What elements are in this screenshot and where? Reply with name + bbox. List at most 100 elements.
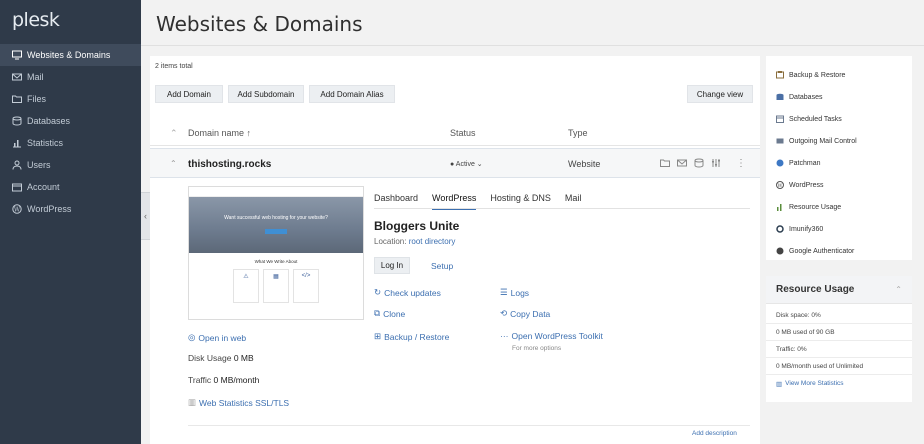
sidebar-item-label: Files [27, 94, 47, 104]
monitor-icon [11, 50, 23, 60]
open-wordpress-toolkit-link[interactable]: ··· Open WordPress Toolkit [500, 331, 603, 341]
preview-cards: ⚠ ▦ </> [189, 269, 363, 303]
add-subdomain-button[interactable]: Add Subdomain [228, 85, 304, 103]
quick-links-panel: Backup & Restore Databases Scheduled Tas… [766, 56, 912, 260]
column-domain-name[interactable]: Domain name ↑ [188, 128, 251, 138]
open-in-web-link[interactable]: ◎ Open in web [188, 332, 246, 343]
mail-icon [11, 72, 23, 82]
list-icon: ☰ [500, 287, 508, 297]
sidebar-item-statistics[interactable]: Statistics [0, 132, 141, 154]
svg-text:W: W [777, 183, 783, 189]
chevron-up-icon[interactable]: ⌃ [170, 159, 177, 168]
files-icon[interactable] [660, 158, 670, 168]
sidebar-item-account[interactable]: Account [0, 176, 141, 198]
settings-sliders-icon[interactable] [711, 158, 721, 168]
quick-link-label: Google Authenticator [789, 247, 855, 255]
mail-icon[interactable] [677, 158, 687, 168]
collapse-all-icon[interactable]: ⌃ [170, 128, 178, 139]
sidebar-item-label: Websites & Domains [27, 50, 111, 60]
sidebar-item-websites-domains[interactable]: Websites & Domains [0, 44, 141, 66]
change-view-button[interactable]: Change view [687, 85, 753, 103]
check-updates-link[interactable]: ↻ Check updates [374, 287, 441, 298]
location-link[interactable]: root directory [409, 237, 456, 246]
location-label: Location: [374, 237, 407, 246]
open-in-web-label: Open in web [198, 332, 247, 343]
preview-top-bar [189, 187, 363, 197]
divider [766, 323, 912, 324]
main-panel: 2 items total Add Domain Add Subdomain A… [150, 56, 760, 444]
sidebar-item-label: Databases [27, 116, 71, 126]
resource-usage-header[interactable]: Resource Usage ⌃ [766, 276, 912, 304]
tabs-divider [374, 208, 750, 209]
plesk-logo[interactable]: plesk [12, 9, 60, 31]
quick-link-databases[interactable]: Databases [776, 93, 822, 101]
quick-link-google-authenticator[interactable]: Google Authenticator [776, 247, 854, 255]
divider [766, 357, 912, 358]
chevron-up-icon[interactable]: ⌃ [895, 285, 902, 294]
database-icon[interactable] [694, 158, 704, 168]
preview-card-icon: ▦ [263, 269, 289, 303]
quick-link-backup-restore[interactable]: Backup & Restore [776, 71, 845, 79]
add-domain-button[interactable]: Add Domain [155, 85, 223, 103]
status-badge[interactable]: ● Active ⌄ [450, 160, 483, 168]
domain-type: Website [568, 159, 601, 169]
setup-link[interactable]: Setup [431, 261, 453, 271]
row-actions [660, 158, 721, 168]
disk-usage: Disk Usage 0 MB [188, 353, 254, 363]
copy-data-link[interactable]: ⟲ Copy Data [500, 308, 550, 319]
sidebar-item-users[interactable]: Users [0, 154, 141, 176]
quick-link-outgoing-mail-control[interactable]: Outgoing Mail Control [776, 137, 857, 145]
open-toolkit-label: Open WordPress Toolkit [511, 331, 603, 341]
domain-name[interactable]: thishosting.rocks [188, 159, 271, 170]
quick-link-label: Outgoing Mail Control [789, 137, 857, 145]
traffic-value: 0 MB/month [213, 375, 260, 385]
quick-link-resource-usage[interactable]: Resource Usage [776, 203, 841, 211]
add-description-link[interactable]: Add description [692, 430, 737, 437]
sidebar-item-files[interactable]: Files [0, 88, 141, 110]
sidebar-item-wordpress[interactable]: W WordPress [0, 198, 141, 220]
quick-link-imunify360[interactable]: Imunify360 [776, 225, 823, 233]
sidebar-item-label: Account [27, 182, 60, 192]
divider [766, 374, 912, 375]
sidebar-item-label: Users [27, 160, 51, 170]
quick-link-patchman[interactable]: Patchman [776, 159, 821, 167]
wordpress-icon: W [11, 204, 23, 214]
calendar-icon [776, 115, 784, 123]
sidebar-item-mail[interactable]: Mail [0, 66, 141, 88]
resource-usage-panel: Resource Usage ⌃ Disk space: 0% 0 MB use… [766, 276, 912, 402]
backup-restore-label: Backup / Restore [384, 331, 450, 342]
logs-link[interactable]: ☰ Logs [500, 287, 529, 298]
more-options-hint: For more options [512, 345, 562, 352]
backup-restore-link[interactable]: ⊞ Backup / Restore [374, 331, 449, 342]
column-type[interactable]: Type [568, 128, 588, 138]
log-in-button[interactable]: Log In [374, 257, 410, 274]
sidebar-item-databases[interactable]: Databases [0, 110, 141, 132]
column-status[interactable]: Status [450, 128, 476, 138]
list-header: ⌃ Domain name ↑ Status Type [150, 120, 760, 146]
add-domain-alias-button[interactable]: Add Domain Alias [309, 85, 395, 103]
account-icon [11, 182, 23, 192]
quick-link-label: Databases [789, 93, 823, 101]
quick-link-wordpress[interactable]: W WordPress [776, 181, 824, 189]
site-preview-thumbnail[interactable]: Want successful web hosting for your web… [188, 186, 364, 320]
traffic-label: Traffic [188, 375, 212, 385]
quick-link-label: WordPress [789, 181, 824, 189]
web-statistics-link[interactable]: ▥ Web Statistics SSL/TLS [188, 397, 289, 408]
sidebar-item-label: WordPress [27, 204, 72, 214]
bar-chart-icon: ▥ [776, 381, 783, 388]
more-options-icon[interactable]: ⋮ [736, 158, 746, 169]
patchman-icon [776, 159, 784, 167]
clone-link[interactable]: ⧉ Clone [374, 308, 405, 319]
view-more-statistics-link[interactable]: ▥ View More Statistics [776, 380, 844, 388]
preview-hero-image: Want successful web hosting for your web… [189, 197, 363, 253]
resource-icon [776, 203, 784, 211]
clone-label: Clone [383, 308, 406, 319]
bar-chart-icon: ▥ [188, 397, 197, 407]
traffic-usage: Traffic: 0% [776, 346, 807, 353]
quick-link-scheduled-tasks[interactable]: Scheduled Tasks [776, 115, 842, 123]
folder-icon [11, 94, 23, 104]
page-title: Websites & Domains [156, 12, 363, 36]
divider [766, 340, 912, 341]
domain-row[interactable]: ⌃ thishosting.rocks ● Active ⌄ Website ⋮ [150, 148, 760, 178]
database-icon [11, 116, 23, 126]
